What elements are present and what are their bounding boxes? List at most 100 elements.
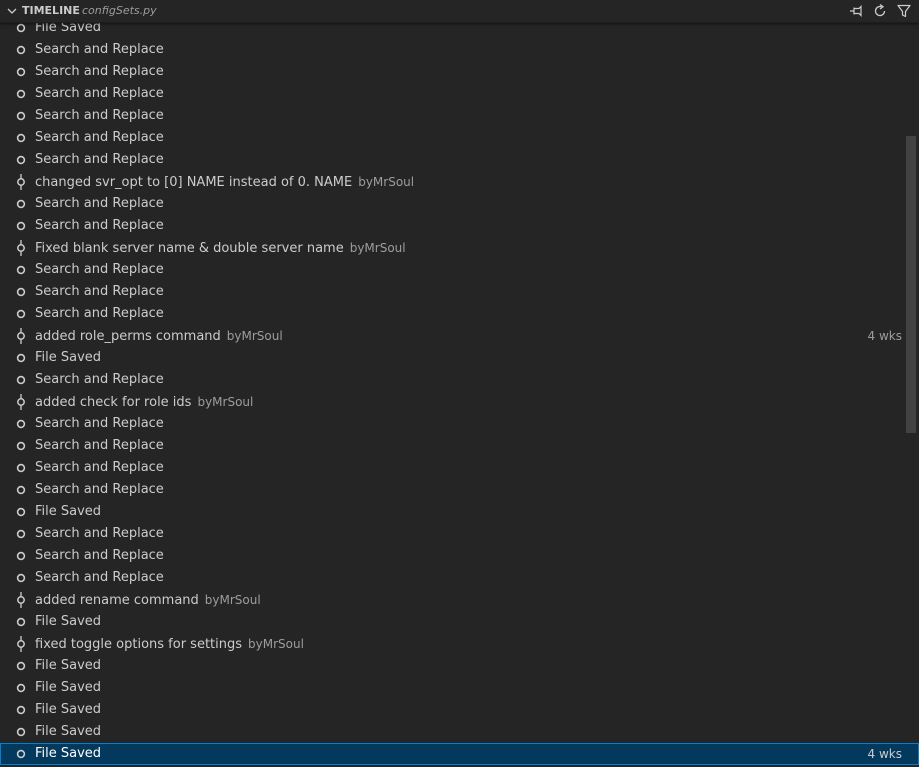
item-timestamp: 4 wks <box>867 329 902 343</box>
timeline-commit-item[interactable]: fixed toggle options for settings byMrSou… <box>0 633 919 655</box>
timeline-file-item[interactable]: Search and Replace <box>0 435 919 457</box>
timeline-file-item[interactable]: File Saved <box>0 677 919 699</box>
timeline-file-item[interactable]: File Saved <box>0 655 919 677</box>
item-title: File Saved <box>35 702 102 717</box>
filter-icon[interactable] <box>896 3 912 19</box>
timeline-commit-item[interactable]: added role_perms command byMrSoul 4 wks <box>0 325 919 347</box>
item-title: File Saved <box>35 680 102 695</box>
refresh-icon[interactable] <box>872 3 888 19</box>
circle-icon <box>16 353 26 363</box>
timeline-file-item[interactable]: Search and Replace <box>0 545 919 567</box>
timeline-header[interactable]: TIMELINE configSets.py <box>0 0 919 23</box>
item-timestamp: 4 wks <box>867 747 902 761</box>
timeline-file-item[interactable]: File Saved <box>0 699 919 721</box>
circle-icon <box>16 67 26 77</box>
pin-icon[interactable] <box>848 3 864 19</box>
timeline-commit-item[interactable]: added rename command byMrSoul <box>0 589 919 611</box>
circle-icon <box>16 507 26 517</box>
timeline-file-item[interactable]: Search and Replace <box>0 281 919 303</box>
timeline-file-item[interactable]: Search and Replace <box>0 83 919 105</box>
item-label: Search and Replace <box>35 523 164 545</box>
timeline-file-item[interactable]: Search and Replace <box>0 567 919 589</box>
item-author: byMrSoul <box>248 637 304 651</box>
item-label: added check for role ids byMrSoul <box>35 391 253 414</box>
timeline-commit-item[interactable]: changed svr_opt to [0] NAME instead of 0… <box>0 171 919 193</box>
git-commit-icon <box>17 592 25 608</box>
timeline-file-item[interactable]: File Saved <box>0 347 919 369</box>
item-label: File Saved <box>35 347 101 369</box>
item-label: File Saved <box>35 501 101 523</box>
circle-icon <box>16 573 26 583</box>
timeline-file-item[interactable]: Search and Replace <box>0 479 919 501</box>
item-title: File Saved <box>35 746 102 761</box>
item-label: Search and Replace <box>35 83 164 105</box>
item-title: Search and Replace <box>35 460 164 475</box>
timeline-file-item[interactable]: Search and Replace <box>0 61 919 83</box>
item-title: File Saved <box>35 724 102 739</box>
item-title: Search and Replace <box>35 42 164 57</box>
circle-icon <box>16 199 26 209</box>
timeline-file-item[interactable]: Search and Replace <box>0 193 919 215</box>
timeline-file-item[interactable]: Search and Replace <box>0 369 919 391</box>
item-label: fixed toggle options for settings byMrSou… <box>35 633 304 656</box>
item-title: Search and Replace <box>35 130 164 145</box>
circle-icon <box>16 287 26 297</box>
item-label: Search and Replace <box>35 281 164 303</box>
timeline-file-item[interactable]: File Saved 4 wks <box>0 743 919 765</box>
timeline-commit-item[interactable]: Fixed blank server name & double server … <box>0 237 919 259</box>
item-title: Search and Replace <box>35 152 164 167</box>
item-label: Search and Replace <box>35 303 164 325</box>
timeline-file-item[interactable]: File Saved <box>0 501 919 523</box>
item-title: Search and Replace <box>35 196 164 211</box>
item-title: Search and Replace <box>35 262 164 277</box>
item-label: Search and Replace <box>35 61 164 83</box>
item-label: File Saved <box>35 677 101 699</box>
item-label: Search and Replace <box>35 567 164 589</box>
item-title: Search and Replace <box>35 570 164 585</box>
circle-icon <box>16 155 26 165</box>
circle-icon <box>16 617 26 627</box>
circle-icon <box>16 309 26 319</box>
item-label: Search and Replace <box>35 435 164 457</box>
timeline-file-item[interactable]: Search and Replace <box>0 523 919 545</box>
panel-title: TIMELINE <box>22 4 80 17</box>
vertical-scrollbar[interactable] <box>905 23 919 767</box>
item-title: added rename command <box>35 593 199 608</box>
item-label: Search and Replace <box>35 149 164 171</box>
item-label: Search and Replace <box>35 105 164 127</box>
item-label: File Saved <box>35 655 101 677</box>
item-label: Search and Replace <box>35 259 164 281</box>
item-title: fixed toggle options for settings <box>35 637 243 652</box>
chevron-down-icon[interactable] <box>6 5 18 17</box>
circle-icon <box>16 419 26 429</box>
item-label: added role_perms command byMrSoul <box>35 325 283 348</box>
scrollbar-thumb[interactable] <box>906 136 916 433</box>
timeline-file-item[interactable]: Search and Replace <box>0 413 919 435</box>
circle-icon <box>16 133 26 143</box>
item-title: Search and Replace <box>35 548 164 563</box>
timeline-file-item[interactable]: Search and Replace <box>0 215 919 237</box>
timeline-file-item[interactable]: Search and Replace <box>0 127 919 149</box>
item-label: File Saved <box>35 699 101 721</box>
item-title: File Saved <box>35 504 102 519</box>
timeline-file-item[interactable]: Search and Replace <box>0 105 919 127</box>
timeline-file-item[interactable]: Search and Replace <box>0 149 919 171</box>
timeline-file-item[interactable]: Search and Replace <box>0 259 919 281</box>
item-label: Search and Replace <box>35 215 164 237</box>
timeline-file-item[interactable]: File Saved <box>0 721 919 743</box>
item-author: byMrSoul <box>226 329 283 343</box>
item-label: File Saved <box>35 721 101 743</box>
item-label: File Saved <box>35 743 101 765</box>
git-commit-icon <box>17 636 25 652</box>
item-title: added check for role ids <box>35 395 192 410</box>
timeline-file-item[interactable]: File Saved <box>0 611 919 633</box>
item-title: File Saved <box>35 658 102 673</box>
item-title: Search and Replace <box>35 526 164 541</box>
item-title: Fixed blank server name & double server … <box>35 241 344 256</box>
timeline-file-item[interactable]: Search and Replace <box>0 303 919 325</box>
item-label: Search and Replace <box>35 545 164 567</box>
item-title: Search and Replace <box>35 416 164 431</box>
timeline-commit-item[interactable]: added check for role ids byMrSoul <box>0 391 919 413</box>
timeline-file-item[interactable]: Search and Replace <box>0 39 919 61</box>
timeline-file-item[interactable]: Search and Replace <box>0 457 919 479</box>
